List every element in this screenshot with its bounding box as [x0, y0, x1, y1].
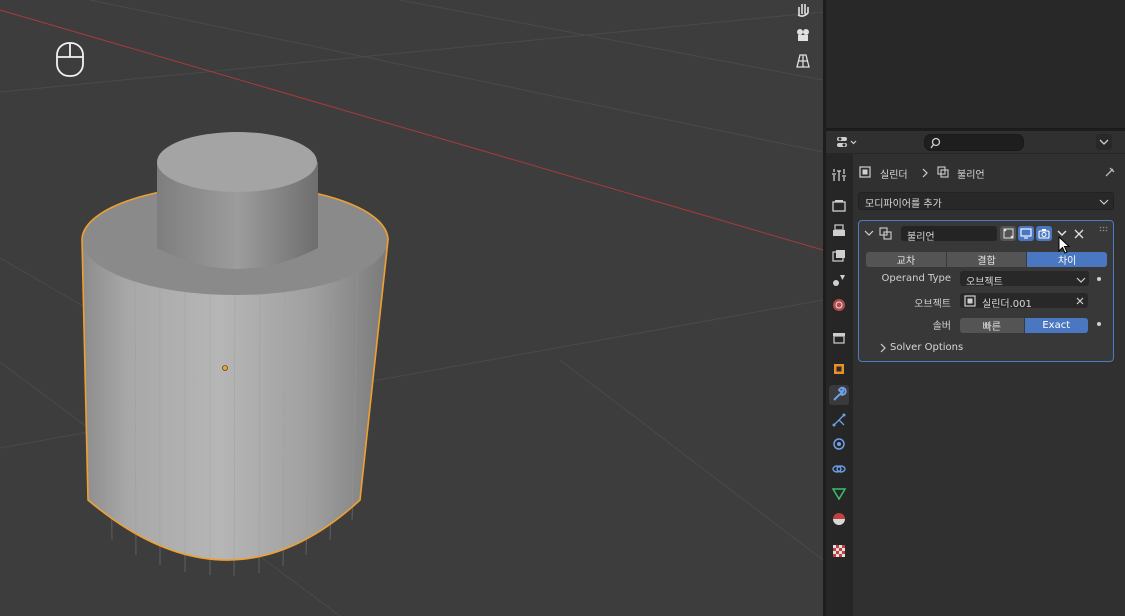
object-data-icon — [831, 488, 847, 501]
breadcrumb-object-name: 실린더 — [880, 170, 908, 181]
tab-physics[interactable] — [829, 434, 849, 454]
mesh-object-icon — [964, 295, 976, 307]
view-layer-icon — [832, 250, 845, 262]
constraints-icon — [832, 465, 846, 473]
properties-content: 실린더 불리언 모디파이어를 추가 불리언 교차 결합 차이 Operand T… — [853, 154, 1125, 616]
mouse-icon — [56, 42, 84, 77]
tab-modifier-wrench[interactable] — [829, 385, 849, 405]
object-label: 오브젝트 — [914, 299, 951, 310]
tab-object-data[interactable] — [829, 484, 849, 504]
tab-output[interactable] — [829, 221, 849, 241]
chevron-down-icon — [1076, 277, 1086, 283]
solver-fast-button[interactable]: 빠른 — [960, 318, 1025, 333]
clear-icon[interactable] — [1075, 296, 1085, 306]
boolean-modifier-icon — [937, 166, 949, 178]
operand-type-label: Operand Type — [881, 273, 951, 284]
operation-intersect-button[interactable]: 교차 — [866, 252, 947, 267]
render-toggle[interactable] — [1036, 226, 1052, 241]
particles-icon — [832, 413, 846, 427]
tab-scene[interactable] — [829, 270, 849, 290]
boolean-modifier-icon — [879, 227, 892, 240]
keyframe-dot[interactable] — [1097, 322, 1101, 326]
camera-icon[interactable] — [792, 24, 814, 46]
physics-icon — [833, 438, 845, 450]
chevron-right-icon — [880, 343, 886, 353]
editor-type-icon — [837, 137, 857, 147]
perspective-grid-icon[interactable] — [792, 50, 814, 72]
tab-tool[interactable] — [829, 165, 849, 185]
editor-type-dropdown[interactable] — [834, 134, 860, 150]
tab-collection[interactable] — [829, 328, 849, 348]
3d-viewport[interactable] — [0, 0, 823, 616]
pin-icon[interactable] — [1104, 166, 1116, 178]
edit-mode-icon — [1003, 228, 1013, 239]
object-icon — [859, 166, 871, 178]
operation-union-button[interactable]: 결합 — [946, 252, 1028, 267]
object-picker-value: 실린더.001 — [982, 299, 1032, 310]
object-icon — [834, 364, 844, 374]
monitor-icon — [1020, 228, 1032, 239]
tab-particles[interactable] — [829, 410, 849, 430]
tab-render[interactable] — [829, 196, 849, 216]
render-icon — [832, 200, 846, 212]
small-cylinder-top-face — [157, 132, 317, 192]
outliner-area[interactable] — [826, 0, 1125, 129]
collapse-chevron-icon[interactable] — [864, 229, 874, 237]
options-dropdown[interactable] — [1096, 134, 1112, 150]
modifier-name-text: 불리언 — [907, 232, 935, 243]
chevron-right-icon — [922, 168, 928, 178]
drag-handle-icon[interactable] — [1099, 226, 1109, 234]
object-origin — [222, 365, 228, 371]
operand-type-dropdown[interactable]: 오브젝트 — [960, 271, 1089, 288]
viewport-canvas[interactable] — [0, 0, 823, 616]
solver-exact-button[interactable]: Exact — [1024, 318, 1088, 333]
material-icon — [833, 513, 845, 525]
chevron-down-icon — [1099, 199, 1109, 205]
tab-texture[interactable] — [829, 541, 849, 561]
texture-icon — [833, 545, 845, 557]
viewport-display-toggle[interactable] — [1018, 226, 1034, 241]
output-icon — [833, 224, 845, 236]
solver-selector: 빠른 Exact — [960, 318, 1088, 333]
boolean-modifier-panel: 불리언 교차 결합 차이 Operand Type 오브젝트 오브젝트 실린더.… — [858, 220, 1114, 362]
search-icon — [930, 137, 941, 149]
edit-mode-toggle[interactable] — [1000, 226, 1016, 241]
solver-options-subpanel-header[interactable]: Solver Options — [877, 341, 997, 355]
keyframe-dot[interactable] — [1097, 277, 1101, 281]
properties-header — [826, 131, 1125, 154]
modifier-wrench-icon — [833, 386, 847, 401]
breadcrumb-modifier-name: 불리언 — [957, 170, 985, 181]
object-picker-field[interactable]: 실린더.001 — [960, 293, 1088, 310]
scene-icon — [833, 275, 845, 286]
tab-constraints[interactable] — [829, 459, 849, 479]
close-icon[interactable] — [1073, 228, 1085, 240]
mouse-cursor-icon — [1058, 236, 1071, 254]
render-camera-icon — [1038, 229, 1050, 239]
properties-editor: 실린더 불리언 모디파이어를 추가 불리언 교차 결합 차이 Operand T… — [826, 131, 1125, 616]
tool-icon — [832, 169, 846, 181]
tab-world[interactable] — [829, 295, 849, 315]
operand-type-value: 오브젝트 — [966, 277, 1003, 288]
add-modifier-label: 모디파이어를 추가 — [865, 199, 942, 210]
breadcrumb: 실린더 불리언 — [859, 164, 1119, 181]
tab-view-layer[interactable] — [829, 246, 849, 266]
collection-icon — [833, 333, 845, 344]
add-modifier-dropdown[interactable]: 모디파이어를 추가 — [858, 192, 1114, 210]
properties-search-input[interactable] — [924, 134, 1024, 151]
solver-options-label: Solver Options — [890, 342, 964, 353]
chevron-down-icon — [1099, 139, 1109, 145]
properties-tab-bar — [826, 154, 853, 616]
world-icon — [833, 299, 845, 311]
hand-pan-icon[interactable] — [792, 0, 814, 20]
solver-label: 솔버 — [932, 321, 951, 332]
tab-material[interactable] — [829, 509, 849, 529]
tab-object[interactable] — [829, 359, 849, 379]
modifier-name-field[interactable]: 불리언 — [901, 226, 997, 243]
